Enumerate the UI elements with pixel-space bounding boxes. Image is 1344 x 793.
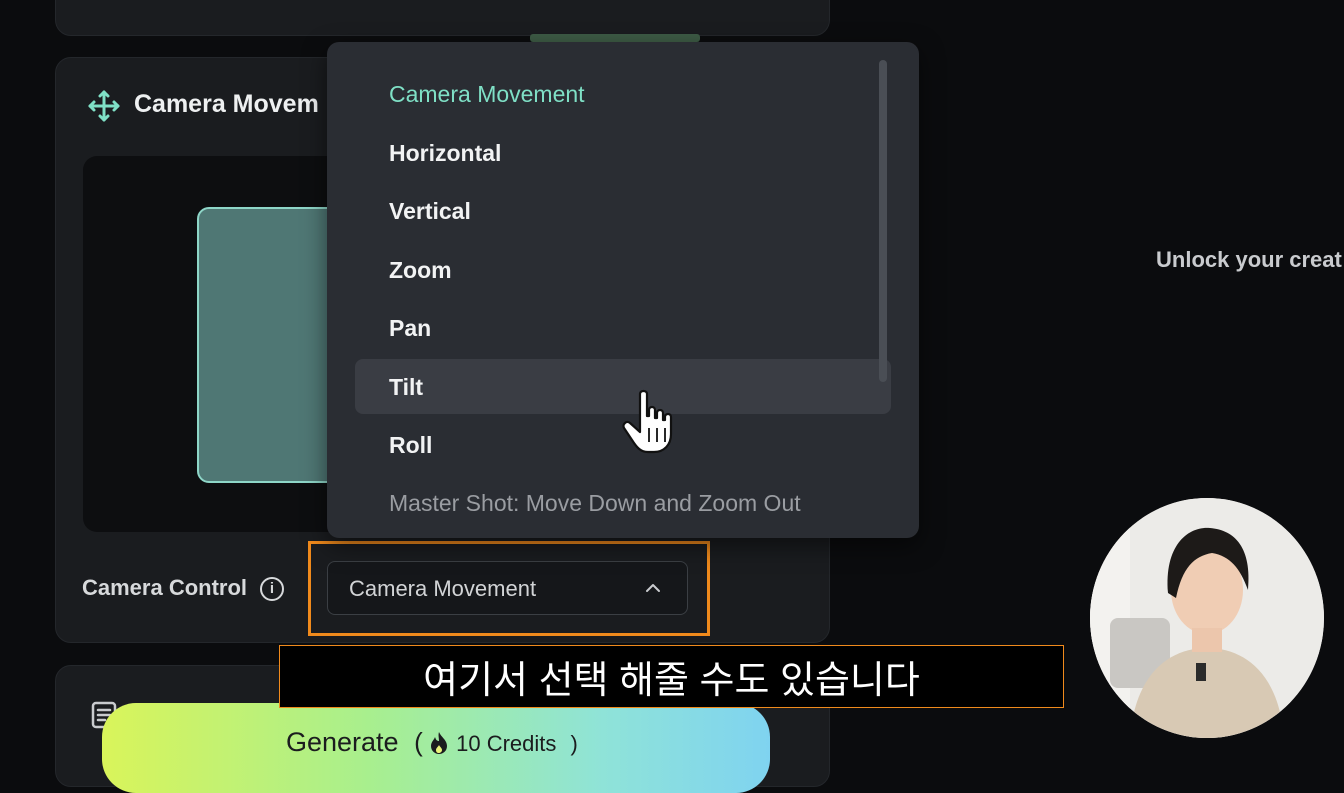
option-master-shot[interactable]: Master Shot: Move Down and Zoom Out xyxy=(389,490,801,517)
camera-control-label: Camera Control xyxy=(82,575,248,600)
section-title: Camera Movem xyxy=(134,90,319,118)
option-tilt[interactable]: Tilt xyxy=(389,374,423,401)
option-camera-movement[interactable]: Camera Movement xyxy=(389,81,585,108)
select-value: Camera Movement xyxy=(349,576,537,601)
promo-text: Unlock your creat xyxy=(1156,247,1342,272)
subtitle-text: 여기서 선택 해줄 수도 있습니다 xyxy=(423,660,920,702)
dropdown-scrollbar[interactable] xyxy=(879,60,887,382)
info-icon[interactable]: i xyxy=(260,577,284,601)
option-zoom[interactable]: Zoom xyxy=(389,257,452,284)
hand-cursor-icon xyxy=(622,389,673,454)
image-thumbnail-edge xyxy=(530,34,700,42)
option-pan[interactable]: Pan xyxy=(389,315,431,342)
flame-icon xyxy=(431,732,447,754)
generate-label: Generate ( xyxy=(286,727,423,757)
presenter-webcam xyxy=(1090,498,1324,738)
chevron-up-icon[interactable] xyxy=(643,578,663,598)
presenter-image xyxy=(1090,498,1324,738)
generate-credits: 10 Credits ) xyxy=(428,731,578,757)
subtitle-caption: 여기서 선택 해줄 수도 있습니다 xyxy=(279,645,1064,708)
camera-movement-dropdown xyxy=(327,42,919,538)
option-vertical[interactable]: Vertical xyxy=(389,198,471,225)
move-icon xyxy=(88,90,120,122)
previous-panel xyxy=(55,0,830,36)
option-roll[interactable]: Roll xyxy=(389,432,432,459)
option-horizontal[interactable]: Horizontal xyxy=(389,140,501,167)
